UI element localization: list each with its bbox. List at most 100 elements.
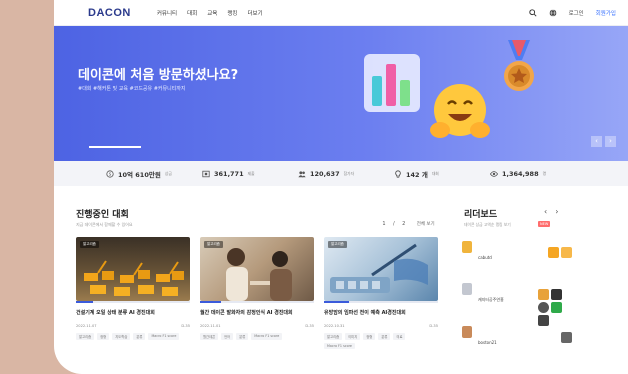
card-title[interactable]: 유방암의 임파선 전이 예측 AI경진대회 (324, 309, 441, 316)
card-title[interactable]: 건설기계 오일 상태 분류 AI 경진대회 (76, 309, 193, 316)
pager-page-1[interactable]: 1 (380, 221, 388, 227)
leaderboard-nav: ‹ › (544, 207, 558, 216)
card-dday: D-35 (429, 324, 438, 328)
competition-card[interactable]: 알고리즘 건설기계 오일 상태 분류 AI 경진대회 2022.11.07 D-… (76, 237, 193, 340)
achievement-badge-icon (538, 302, 549, 313)
stat-value: 361,771 (214, 169, 244, 178)
card-chip[interactable]: 분류 (378, 333, 391, 340)
medal-icon (504, 40, 534, 91)
card-chip[interactable]: Macro F1 score (148, 333, 180, 340)
menu-more[interactable]: 더보기 (247, 9, 262, 17)
hero-arrows: ‹ › (591, 136, 616, 147)
card-category-tag: 알고리즘 (204, 241, 223, 248)
leaderboard-prev-button[interactable]: ‹ (544, 207, 547, 216)
stat-submissions: 361,771 제출 (202, 170, 298, 178)
card-progress-bar (200, 301, 314, 303)
card-chip[interactable]: 정형 (97, 333, 110, 340)
leaderboard-title: 리더보드 (464, 210, 498, 220)
hero-prev-button[interactable]: ‹ (591, 136, 602, 147)
hero-next-button[interactable]: › (605, 136, 616, 147)
card-chip[interactable]: 알고리즘 (324, 333, 343, 340)
card-image[interactable]: 알고리즘 (76, 237, 190, 301)
achievement-badge-icon (551, 289, 562, 300)
card-meta: 2022.10.31 D-35 (324, 324, 438, 328)
bronze-medal-icon (462, 326, 472, 338)
leaderboard-badges (548, 247, 572, 258)
menu-competition[interactable]: 대회 (187, 9, 197, 17)
leaderboard-row[interactable]: boston21 (462, 326, 572, 350)
card-progress-bar (324, 301, 438, 303)
card-chip[interactable]: Macro F1 score (251, 333, 283, 340)
competition-card[interactable]: 알고리즘 월간 데이콘 발화자의 감정인식 AI 경진대회 2022.11.01… (200, 237, 317, 340)
leaderboard-username[interactable]: cabutd (478, 255, 492, 260)
stat-unit: 제출 (247, 170, 255, 176)
menu-education[interactable]: 교육 (207, 9, 217, 17)
card-chip[interactable]: 의료 (393, 333, 406, 340)
leaderboard-next-button[interactable]: › (555, 207, 558, 216)
dacon-logo[interactable]: DACON (88, 7, 131, 19)
top-navbar: DACON 커뮤니티 대회 교육 랭킹 더보기 로그인 회원가입 (54, 0, 628, 26)
card-chip[interactable]: 지도학습 (112, 333, 131, 340)
stat-visitors: 1,364,988 명 (490, 170, 586, 178)
main-menu: 커뮤니티 대회 교육 랭킹 더보기 (157, 9, 263, 17)
card-progress-bar (76, 301, 190, 303)
signup-link[interactable]: 회원가입 (596, 9, 616, 17)
login-link[interactable]: 로그인 (569, 9, 584, 17)
achievement-badge-icon (561, 247, 572, 258)
achievement-badge-icon (538, 315, 549, 326)
card-progress-fill (76, 301, 94, 303)
leaderboard-subtitle[interactable]: 데이콘 상금 고액순 랭킹 보기 (464, 222, 511, 228)
browser-frame: DACON 커뮤니티 대회 교육 랭킹 더보기 로그인 회원가입 데이콘에 처음… (54, 0, 628, 374)
globe-icon[interactable] (549, 8, 557, 17)
card-date: 2022.10.31 (324, 324, 345, 328)
slide-indicator (89, 146, 141, 148)
coin-icon: $ (106, 169, 114, 178)
hero-subtitle: #대회 #해커톤 및 교육 #코드공유 #커뮤니티까지 (78, 86, 186, 92)
card-chip[interactable]: 언어 (221, 333, 234, 340)
eye-icon (490, 170, 498, 177)
card-chips: 월간데콘 언어 분류 Macro F1 score (200, 333, 314, 340)
svg-text:$: $ (109, 171, 112, 176)
leaderboard-row[interactable]: cabutd (462, 241, 572, 265)
leaderboard-username[interactable]: boston21 (478, 340, 497, 345)
card-chip[interactable]: 월간데콘 (200, 333, 219, 340)
menu-ranking[interactable]: 랭킹 (227, 9, 237, 17)
card-chip[interactable]: 분류 (133, 333, 146, 340)
card-title[interactable]: 월간 데이콘 발화자의 감정인식 AI 경진대회 (200, 309, 317, 316)
hero-banner[interactable]: 데이콘에 처음 방문하셨나요? #대회 #해커톤 및 교육 #코드공유 #커뮤니… (54, 26, 628, 161)
card-image[interactable]: 알고리즘 (200, 237, 314, 301)
card-category-tag: 알고리즘 (80, 241, 99, 248)
pager-separator: / (393, 221, 395, 227)
view-all-link[interactable]: 전체 보기 (417, 221, 435, 227)
stat-unit: 참가자 (343, 170, 355, 176)
stat-value: 1,364,988 (502, 169, 539, 178)
lightbulb-icon (395, 169, 401, 178)
card-chip[interactable]: 알고리즘 (76, 333, 95, 340)
card-chip[interactable]: 이미지 (345, 333, 361, 340)
competition-card[interactable]: 알고리즘 유방암의 임파선 전이 예측 AI경진대회 2022.10.31 D-… (324, 237, 441, 349)
card-progress-fill (324, 301, 350, 303)
card-meta: 2022.11.07 D-35 (76, 324, 190, 328)
card-chips: 알고리즘 정형 지도학습 분류 Macro F1 score (76, 333, 190, 340)
card-chip[interactable]: 분류 (236, 333, 249, 340)
leaderboard-badges (538, 289, 572, 326)
search-icon[interactable] (528, 8, 537, 17)
card-chip[interactable]: Macro F1 score (324, 343, 355, 349)
card-chip[interactable]: 정형 (363, 333, 376, 340)
stat-unit: 명 (542, 170, 547, 176)
leaderboard-badges (561, 332, 572, 343)
silver-medal-icon (462, 283, 472, 295)
card-image[interactable]: 알고리즘 (324, 237, 438, 301)
card-dday: D-35 (181, 324, 190, 328)
stat-value: 10억 610만원 (118, 170, 161, 179)
menu-community[interactable]: 커뮤니티 (157, 9, 177, 17)
stat-prize: $ 10억 610만원 상금 (106, 169, 202, 179)
nav-actions: 로그인 회원가입 (528, 8, 616, 17)
leaderboard-username[interactable]: 캐지터공주연홍 (478, 297, 504, 303)
card-category-tag: 알고리즘 (328, 241, 347, 248)
trophy-board-icon (202, 170, 210, 177)
pager-page-2[interactable]: 2 (400, 221, 408, 227)
stat-competitions: 142 개 대회 (394, 169, 490, 179)
leaderboard-row[interactable]: 캐지터공주연홍 (462, 283, 572, 326)
competitions-pager: 1 / 2 전체 보기 (380, 221, 435, 227)
